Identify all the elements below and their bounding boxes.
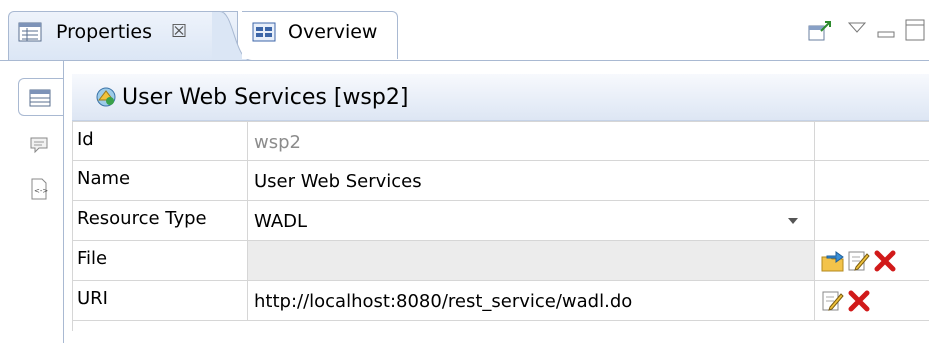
- overview-icon: [252, 22, 276, 46]
- vertical-tab-divider: [63, 61, 64, 343]
- chevron-down-icon[interactable]: [788, 218, 798, 224]
- row-actions: [815, 201, 929, 241]
- tab-properties-label: Properties: [56, 21, 153, 43]
- table-icon: [29, 89, 51, 111]
- properties-icon: [18, 22, 42, 46]
- table-row: Id wsp2: [72, 121, 929, 161]
- row-label: Id: [72, 121, 248, 161]
- svg-text:<->: <->: [34, 187, 48, 195]
- vtab-comments[interactable]: [18, 126, 64, 164]
- row-label: Resource Type: [72, 201, 248, 241]
- edit-icon[interactable]: [821, 289, 845, 313]
- open-folder-icon[interactable]: [821, 249, 845, 273]
- vtab-source[interactable]: <->: [18, 170, 64, 208]
- tab-overview-label: Overview: [288, 21, 378, 43]
- web-service-icon: [94, 85, 118, 113]
- comment-icon: [29, 136, 49, 158]
- edit-icon[interactable]: [847, 249, 871, 273]
- vtab-properties[interactable]: [18, 78, 64, 116]
- tab-properties-close-icon[interactable]: ☒: [171, 21, 187, 42]
- file-field: [248, 241, 815, 281]
- row-actions: [815, 281, 929, 321]
- resource-type-select[interactable]: WADL: [248, 201, 815, 241]
- resource-type-value: WADL: [254, 211, 308, 232]
- row-actions: [815, 241, 929, 281]
- row-label: Name: [72, 161, 248, 201]
- delete-icon[interactable]: [873, 249, 897, 273]
- panel-top-border: [0, 60, 929, 61]
- table-row: URI http://localhost:8080/rest_service/w…: [72, 281, 929, 321]
- row-actions: [815, 121, 929, 161]
- view-tab-bar: Properties ☒ Overview: [0, 0, 929, 61]
- xml-file-icon: <->: [30, 178, 48, 204]
- table-row: File: [72, 241, 929, 281]
- table-row: Name User Web Services: [72, 161, 929, 201]
- view-menu-icon[interactable]: [847, 19, 867, 38]
- table-row: Resource Type WADL: [72, 201, 929, 241]
- row-actions: [815, 161, 929, 201]
- page-title: User Web Services [wsp2]: [122, 85, 409, 110]
- id-value: wsp2: [248, 121, 815, 161]
- properties-table: Id wsp2 Name User Web Services Resource …: [72, 121, 929, 331]
- row-label: URI: [72, 281, 248, 321]
- table-empty-area: [72, 321, 929, 331]
- uri-field[interactable]: http://localhost:8080/rest_service/wadl.…: [248, 281, 815, 321]
- pin-icon[interactable]: [808, 21, 832, 47]
- maximize-icon[interactable]: [905, 19, 927, 45]
- name-field[interactable]: User Web Services: [248, 161, 815, 201]
- minimize-icon[interactable]: [877, 24, 895, 43]
- delete-icon[interactable]: [847, 289, 871, 313]
- row-label: File: [72, 241, 248, 281]
